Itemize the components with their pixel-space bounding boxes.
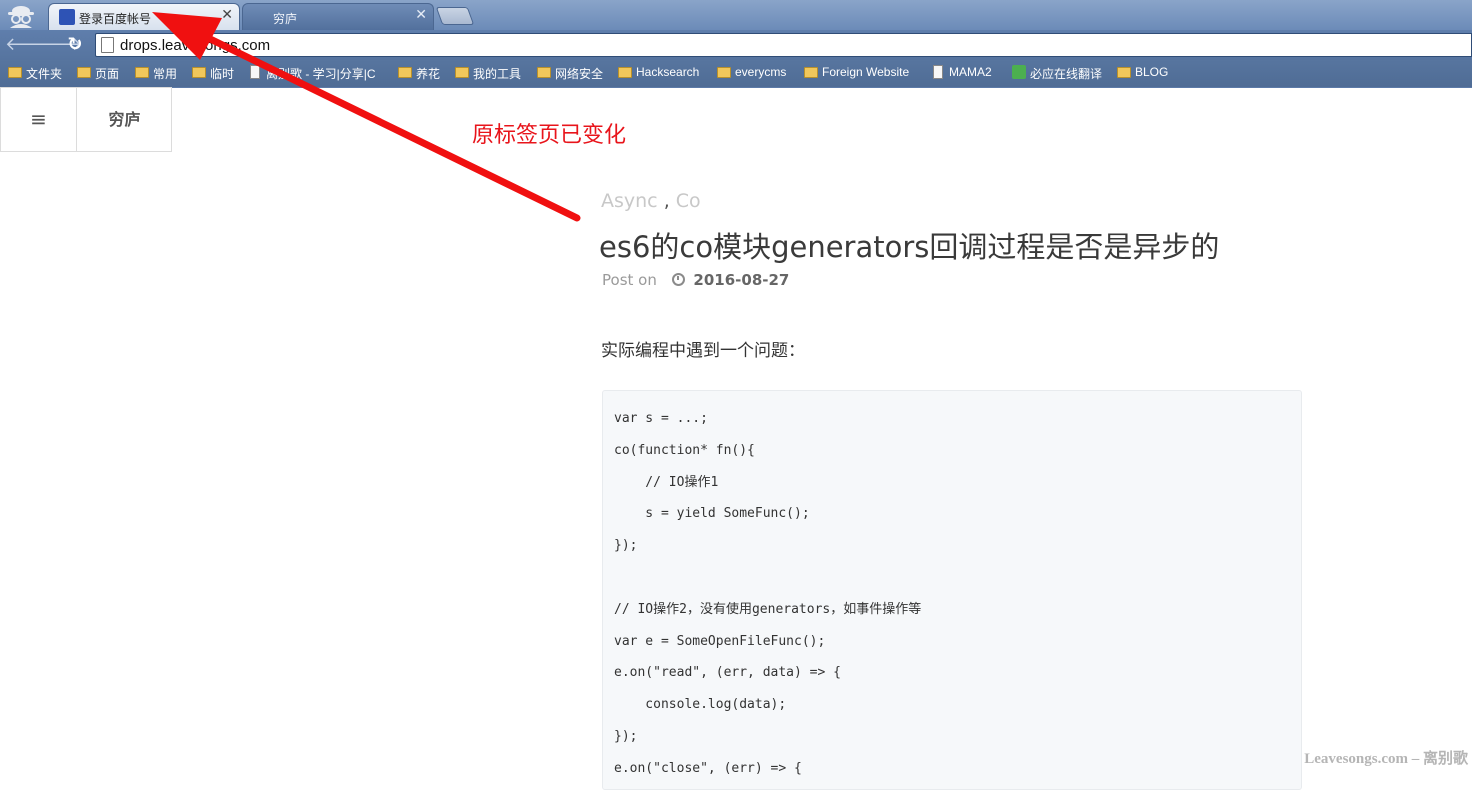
tab-strip: 登录百度帐号 ✕ 穷庐 ✕ xyxy=(0,0,1472,30)
bookmark-item[interactable]: 临时 xyxy=(190,65,234,83)
watermark: Leavesongs.com – 离别歌 xyxy=(1304,747,1468,768)
bookmark-label: Foreign Website xyxy=(822,65,909,79)
bookmark-item[interactable]: 文件夹 xyxy=(6,65,62,83)
tag-link[interactable]: Async xyxy=(601,190,658,212)
folder-icon xyxy=(135,67,149,78)
folder-icon xyxy=(192,67,206,78)
bookmark-label: 临时 xyxy=(210,67,234,81)
code-line: // IO操作1 xyxy=(614,473,1291,505)
code-line: var e = SomeOpenFileFunc(); xyxy=(614,632,1291,664)
bookmark-item[interactable]: 离别歌 - 学习|分享|C xyxy=(246,65,386,83)
code-line: // IO操作2，没有使用generators，如事件操作等 xyxy=(614,600,1291,632)
tab-title: 登录百度帐号 xyxy=(79,12,151,26)
page-icon xyxy=(250,65,260,79)
bookmark-label: everycms xyxy=(735,65,786,79)
code-line: }); xyxy=(614,727,1291,759)
bookmark-item[interactable]: Hacksearch xyxy=(616,65,699,83)
code-line: e.on("read", (err, data) => { xyxy=(614,663,1291,695)
new-tab-button[interactable] xyxy=(436,7,475,25)
code-line: console.log(data); xyxy=(614,695,1291,727)
post-date: 2016-08-27 xyxy=(693,271,789,289)
bookmark-item[interactable]: 养花 xyxy=(396,65,440,83)
baidu-paw-icon xyxy=(59,9,75,25)
forward-arrow-icon[interactable]: 🡒 xyxy=(34,33,58,57)
folder-icon xyxy=(804,67,818,78)
bookmark-label: 必应在线翻译 xyxy=(1030,67,1102,81)
bookmark-label: Hacksearch xyxy=(636,65,699,79)
folder-icon xyxy=(77,67,91,78)
app-icon xyxy=(1012,65,1026,79)
back-arrow-icon[interactable]: 🡐 xyxy=(5,33,29,57)
folder-icon xyxy=(8,67,22,78)
code-block: var s = ...; co(function* fn(){ // IO操作1… xyxy=(602,390,1302,790)
browser-chrome: 登录百度帐号 ✕ 穷庐 ✕ 🡐 🡒 ↻ drops.leavesongs.com… xyxy=(0,0,1472,88)
code-line: co(function* fn(){ xyxy=(614,441,1291,473)
folder-icon xyxy=(455,67,469,78)
bookmark-label: 离别歌 - 学习|分享|C xyxy=(266,67,376,81)
site-name-link[interactable]: 穷庐 xyxy=(78,88,171,151)
tag-separator: , xyxy=(664,190,676,212)
annotation-text: 原标签页已变化 xyxy=(472,117,626,149)
page-icon xyxy=(253,9,269,25)
bookmark-label: 页面 xyxy=(95,67,119,81)
tag-link[interactable]: Co xyxy=(676,190,701,212)
post-tags: Async , Co xyxy=(601,190,701,212)
close-icon[interactable]: ✕ xyxy=(415,7,427,23)
bookmark-label: BLOG xyxy=(1135,65,1168,79)
clock-icon xyxy=(672,273,685,286)
folder-icon xyxy=(618,67,632,78)
close-icon[interactable]: ✕ xyxy=(221,7,233,23)
bookmark-item[interactable]: 必应在线翻译 xyxy=(1010,65,1102,83)
bookmark-item[interactable]: BLOG xyxy=(1115,65,1168,83)
bookmark-label: 我的工具 xyxy=(473,67,521,81)
site-header: ≡ 穷庐 xyxy=(0,87,172,152)
address-bar[interactable]: drops.leavesongs.com xyxy=(95,33,1472,57)
bookmark-item[interactable]: MAMA2 xyxy=(929,65,992,83)
reload-icon[interactable]: ↻ xyxy=(63,33,87,57)
bookmark-label: 常用 xyxy=(153,67,177,81)
page-icon xyxy=(101,37,114,53)
code-line: s = yield SomeFunc(); xyxy=(614,504,1291,536)
bookmark-item[interactable]: everycms xyxy=(715,65,786,83)
post-title: es6的co模块generators回调过程是否是异步的 xyxy=(599,224,1219,266)
folder-icon xyxy=(398,67,412,78)
post-intro: 实际编程中遇到一个问题： xyxy=(601,336,805,361)
folder-icon xyxy=(717,67,731,78)
bookmark-item[interactable]: Foreign Website xyxy=(802,65,909,83)
post-on-label: Post on xyxy=(602,271,657,289)
bookmark-item[interactable]: 页面 xyxy=(75,65,119,83)
incognito-icon xyxy=(4,2,38,28)
bookmark-item[interactable]: 常用 xyxy=(133,65,177,83)
bookmark-label: MAMA2 xyxy=(949,65,992,79)
hamburger-menu-icon[interactable]: ≡ xyxy=(1,88,77,151)
tab-title: 穷庐 xyxy=(273,12,297,26)
code-line: e.on("close", (err) => { xyxy=(614,759,1291,791)
tab-qionglu[interactable]: 穷庐 ✕ xyxy=(242,3,434,30)
bookmarks-bar: 文件夹 页面 常用 临时 离别歌 - 学习|分享|C 养花 我的工具 网络安全 … xyxy=(0,60,1472,87)
url-text: drops.leavesongs.com xyxy=(120,37,270,54)
bookmark-label: 文件夹 xyxy=(26,67,62,81)
folder-icon xyxy=(537,67,551,78)
code-line xyxy=(614,568,1291,600)
folder-icon xyxy=(1117,67,1131,78)
bookmark-item[interactable]: 我的工具 xyxy=(453,65,521,83)
tab-baidu-login[interactable]: 登录百度帐号 ✕ xyxy=(48,3,240,30)
file-icon xyxy=(933,65,943,79)
bookmark-label: 网络安全 xyxy=(555,67,603,81)
bookmark-item[interactable]: 网络安全 xyxy=(535,65,603,83)
toolbar: 🡐 🡒 ↻ drops.leavesongs.com xyxy=(0,30,1472,60)
bookmark-label: 养花 xyxy=(416,67,440,81)
code-line: }); xyxy=(614,536,1291,568)
code-line: var s = ...; xyxy=(614,409,1291,441)
post-meta: Post on 2016-08-27 xyxy=(602,271,789,289)
